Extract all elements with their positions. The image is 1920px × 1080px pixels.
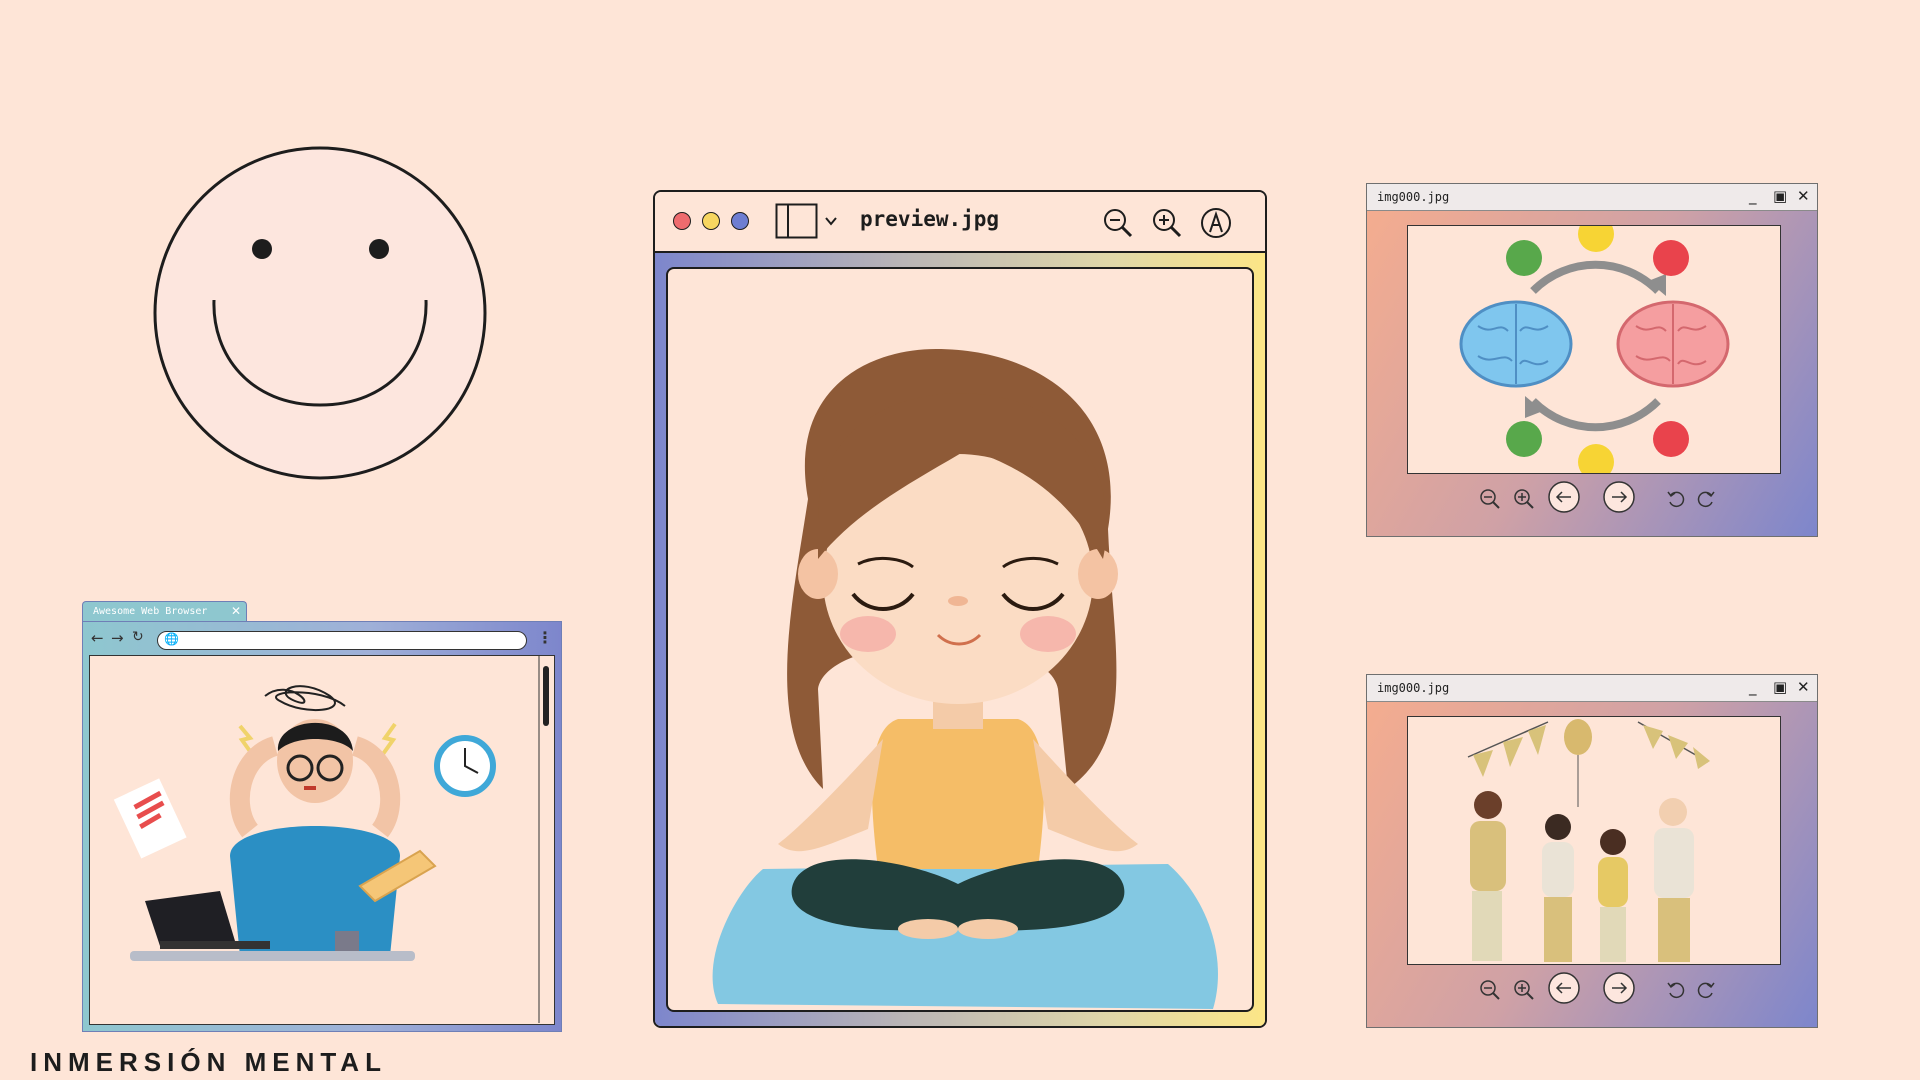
kebab-menu-icon[interactable]: ⋮ (537, 628, 553, 647)
close-icon[interactable]: ✕ (1797, 678, 1810, 696)
rotate-left-icon[interactable] (1665, 488, 1687, 510)
sidebar-toggle-icon[interactable] (775, 203, 837, 239)
browser-window: Awesome Web Browser ✕ ← → ↻ 🌐 ⋮ (82, 601, 562, 1032)
brain-emotions-illustration (1459, 226, 1730, 473)
celebrating-people-illustration (1467, 719, 1710, 962)
zoom-out-icon[interactable] (1102, 207, 1134, 239)
browser-tab[interactable]: Awesome Web Browser ✕ (82, 601, 247, 622)
rotate-left-icon[interactable] (1665, 979, 1687, 1001)
maximize-dot[interactable] (731, 212, 749, 230)
back-icon[interactable]: ← (91, 629, 104, 647)
viewer-titlebar: img000.jpg _ ▣ ✕ (1367, 184, 1817, 211)
viewer-title: img000.jpg (1377, 681, 1450, 695)
minimize-dot[interactable] (702, 212, 720, 230)
zoom-out-icon[interactable] (1479, 488, 1501, 510)
browser-frame: ← → ↻ 🌐 ⋮ (82, 621, 562, 1032)
url-bar[interactable]: 🌐 (157, 631, 527, 650)
zoom-in-icon[interactable] (1513, 488, 1535, 510)
arrow-left-icon[interactable] (1547, 480, 1581, 514)
arrow-left-icon[interactable] (1547, 971, 1581, 1005)
brand-caption: INMERSIÓN MENTAL (30, 1047, 387, 1077)
close-dot[interactable] (673, 212, 691, 230)
minimize-icon[interactable]: _ (1749, 187, 1757, 205)
stressed-man-illustration (113, 656, 549, 1023)
viewer-titlebar: img000.jpg _ ▣ ✕ (1367, 675, 1817, 702)
arrow-right-icon[interactable] (1602, 971, 1636, 1005)
globe-icon: 🌐 (164, 632, 179, 646)
preview-titlebar: preview.jpg (655, 192, 1265, 253)
reload-icon[interactable]: ↻ (132, 629, 144, 645)
preview-image-frame (666, 267, 1254, 1012)
maximize-icon[interactable]: ▣ (1773, 187, 1787, 205)
tab-close-icon[interactable]: ✕ (231, 604, 241, 618)
zoom-in-icon[interactable] (1151, 207, 1183, 239)
browser-tab-title: Awesome Web Browser (93, 606, 208, 617)
rotate-right-icon[interactable] (1695, 488, 1717, 510)
image-viewer-bottom: img000.jpg _ ▣ ✕ (1366, 674, 1818, 1028)
close-icon[interactable]: ✕ (1797, 187, 1810, 205)
minimize-icon[interactable]: _ (1749, 678, 1757, 696)
smiley-face-illustration (153, 146, 487, 480)
preview-body (655, 253, 1265, 1026)
viewer-title: img000.jpg (1377, 190, 1450, 204)
preview-window: preview.jpg (653, 190, 1267, 1028)
markup-icon[interactable] (1200, 207, 1232, 239)
maximize-icon[interactable]: ▣ (1773, 678, 1787, 696)
forward-icon[interactable]: → (111, 629, 124, 647)
browser-page-content (89, 655, 555, 1025)
preview-title: preview.jpg (860, 207, 1000, 231)
zoom-out-icon[interactable] (1479, 979, 1501, 1001)
image-viewer-top: img000.jpg _ ▣ ✕ (1366, 183, 1818, 537)
viewer-image-frame (1407, 225, 1781, 474)
rotate-right-icon[interactable] (1695, 979, 1717, 1001)
arrow-right-icon[interactable] (1602, 480, 1636, 514)
meditating-girl-illustration (712, 349, 1218, 1009)
viewer-image-frame (1407, 716, 1781, 965)
zoom-in-icon[interactable] (1513, 979, 1535, 1001)
